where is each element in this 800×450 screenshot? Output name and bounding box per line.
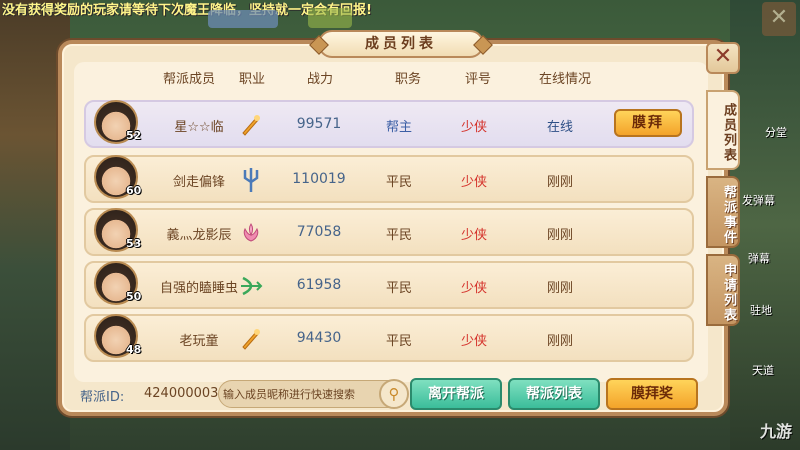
header-status: 在线情况 <box>538 72 591 87</box>
side-label-danmaku[interactable]: 弹幕 <box>748 250 770 266</box>
feather-fan-icon <box>242 329 260 350</box>
side-label-branch[interactable]: 分堂 <box>765 124 787 140</box>
guild-id-value: 424000003 <box>144 386 219 401</box>
member-search: ⚲ <box>218 379 409 409</box>
worship-button[interactable]: 膜拜 <box>614 109 682 137</box>
member-power: 99571 <box>296 116 342 132</box>
feather-fan-icon <box>242 115 260 136</box>
member-position: 平民 <box>385 281 412 296</box>
member-title: 少侠 <box>460 175 487 190</box>
close-button[interactable]: ✕ <box>706 42 740 74</box>
header-job: 职业 <box>238 72 265 87</box>
bow-icon <box>241 276 263 296</box>
tab-application-list[interactable]: 申请列表 <box>706 254 740 326</box>
member-power: 110019 <box>292 171 346 187</box>
side-label-heaven[interactable]: 天道 <box>752 362 774 378</box>
member-title: 少侠 <box>460 334 487 349</box>
table-row[interactable]: 60 剑走偏锋 110019 平民 少侠 刚刚 <box>84 155 694 203</box>
table-row[interactable]: 53 義灬龙影辰 77058 平民 少侠 刚刚 <box>84 208 694 256</box>
header-power: 战力 <box>306 72 333 87</box>
hud-level-bar <box>208 10 278 28</box>
lotus-icon <box>243 223 259 242</box>
header-title: 评号 <box>464 72 491 87</box>
member-status: 刚刚 <box>546 228 573 243</box>
member-position: 帮主 <box>385 120 412 135</box>
member-status: 在线 <box>546 120 573 135</box>
trident-icon <box>243 168 259 192</box>
tab-member-list[interactable]: 成员列表 <box>706 90 740 170</box>
top-close-icon[interactable]: ✕ <box>762 2 796 36</box>
member-status: 刚刚 <box>546 334 573 349</box>
side-label-send-danmaku[interactable]: 发弹幕 <box>742 192 775 208</box>
member-title: 少侠 <box>460 281 487 296</box>
member-power: 61958 <box>296 277 342 293</box>
member-position: 平民 <box>385 334 412 349</box>
member-title: 少侠 <box>460 120 487 135</box>
header-position: 职务 <box>394 72 421 87</box>
watermark-logo: 九游 <box>759 422 792 441</box>
table-row[interactable]: 48 老玩童 94430 平民 少侠 刚刚 <box>84 314 694 362</box>
search-icon[interactable]: ⚲ <box>379 379 409 409</box>
table-row[interactable]: 52 星☆☆临 99571 帮主 少侠 在线 膜拜 <box>84 100 694 148</box>
member-title: 少侠 <box>460 228 487 243</box>
hud-add-button[interactable] <box>308 8 352 28</box>
side-label-station[interactable]: 驻地 <box>750 302 772 318</box>
worship-reward-button[interactable]: 膜拜奖 <box>606 378 698 410</box>
background-right-scenery <box>730 0 800 450</box>
search-input[interactable] <box>223 383 379 405</box>
member-power: 77058 <box>296 224 342 240</box>
member-position: 平民 <box>385 175 412 190</box>
guild-id-label: 帮派ID: <box>80 390 125 405</box>
member-position: 平民 <box>385 228 412 243</box>
member-status: 刚刚 <box>546 175 573 190</box>
table-row[interactable]: 50 自强的瞌睡虫 61958 平民 少侠 刚刚 <box>84 261 694 309</box>
header-member: 帮派成员 <box>162 72 215 87</box>
leave-guild-button[interactable]: 离开帮派 <box>410 378 502 410</box>
panel-title: 成员列表 <box>318 30 484 58</box>
member-power: 94430 <box>296 330 342 346</box>
member-status: 刚刚 <box>546 281 573 296</box>
guild-list-button[interactable]: 帮派列表 <box>508 378 600 410</box>
table-header: 帮派成员 职业 战力 职务 评号 在线情况 <box>74 68 708 90</box>
tab-guild-events[interactable]: 帮派事件 <box>706 176 740 248</box>
